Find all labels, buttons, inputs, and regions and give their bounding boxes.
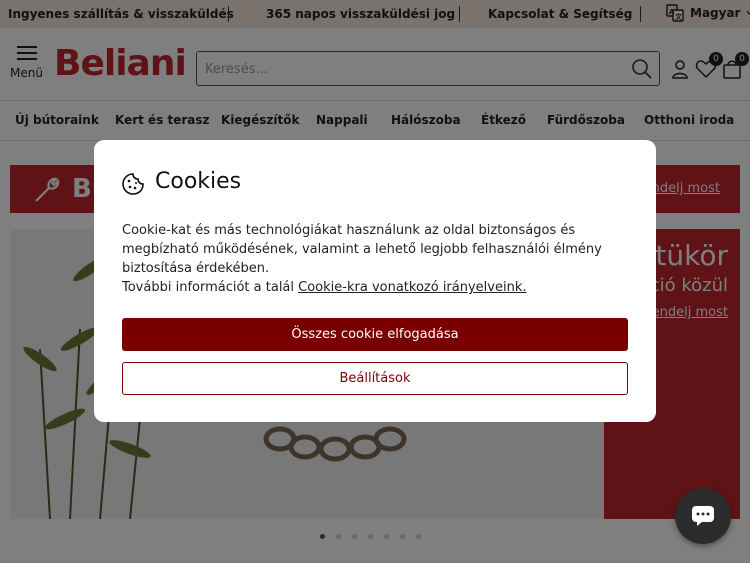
- chat-icon: [692, 506, 714, 526]
- cookie-policy-link[interactable]: Cookie-kra vonatkozó irányelveink.: [298, 280, 526, 295]
- cookie-dialog: Cookies Cookie-kat és más technológiákat…: [94, 140, 656, 422]
- cookie-dialog-body: Cookie-kat és más technológiákat használ…: [122, 221, 632, 297]
- cookie-more-info: További információt a talál: [122, 280, 295, 295]
- cookie-settings-button[interactable]: Beállítások: [122, 362, 628, 395]
- accept-all-cookies-button[interactable]: Összes cookie elfogadása: [122, 318, 628, 351]
- cookie-dialog-title: Cookies: [155, 169, 242, 194]
- cookie-icon: [122, 173, 144, 195]
- chat-button[interactable]: [675, 488, 731, 544]
- cookie-description: Cookie-kat és más technológiákat használ…: [122, 223, 602, 276]
